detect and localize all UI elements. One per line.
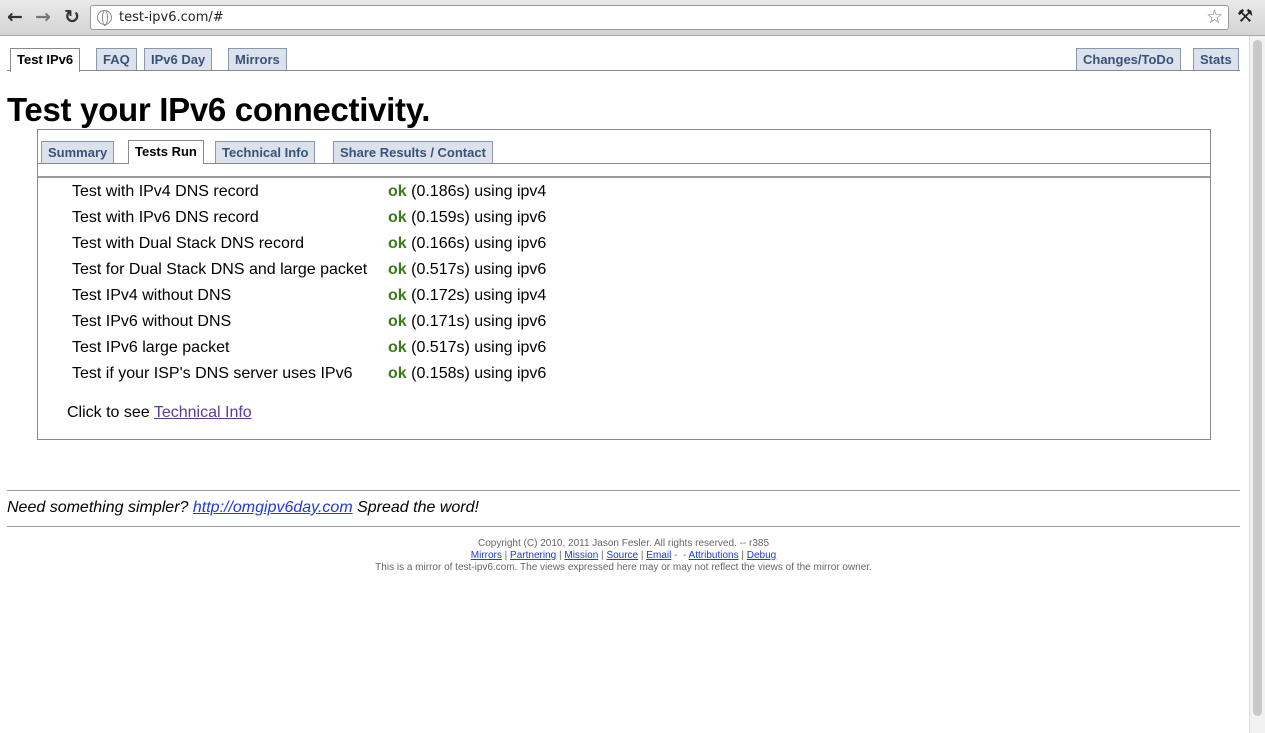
test-result: ok (0.158s) using ipv6 — [388, 364, 546, 384]
test-name: Test IPv4 without DNS — [72, 287, 232, 304]
status-ok: ok — [388, 261, 407, 278]
status-ok: ok — [388, 183, 407, 200]
tab-ipv6-day[interactable]: IPv6 Day — [144, 48, 213, 70]
simpler-promo: Need something simpler? http://omgipv6da… — [7, 499, 479, 517]
footer: Copyright (C) 2010, 2011 Jason Fesler. A… — [7, 538, 1240, 574]
footer-link-partnering[interactable]: Partnering — [510, 550, 556, 561]
test-result: ok (0.166s) using ipv6 — [388, 234, 546, 254]
test-name: Test IPv6 large packet — [72, 339, 230, 356]
footer-link-debug[interactable]: Debug — [747, 550, 776, 561]
simpler-suffix: Spread the word! — [357, 499, 479, 516]
footer-links: Mirrors | Partnering | Mission | Source … — [470, 550, 777, 561]
tab-faq[interactable]: FAQ — [96, 48, 137, 70]
result-tabs: Summary Tests Run Technical Info Share R… — [38, 140, 1210, 164]
forward-icon[interactable]: → — [32, 6, 54, 28]
test-detail: (0.159s) using ipv6 — [411, 209, 547, 226]
test-name: Test if your ISP's DNS server uses IPv6 — [72, 365, 353, 382]
address-bar[interactable]: test-ipv6.com/# ☆ — [90, 5, 1229, 30]
footer-link-mission[interactable]: Mission — [564, 550, 598, 561]
test-name: Test with Dual Stack DNS record — [72, 235, 305, 252]
footer-link-mirrors[interactable]: Mirrors — [471, 550, 502, 561]
reload-icon[interactable]: ↻ — [61, 6, 83, 28]
footer-link-source[interactable]: Source — [606, 550, 638, 561]
status-ok: ok — [388, 365, 407, 382]
status-ok: ok — [388, 313, 407, 330]
page-title: Test your IPv6 connectivity. — [7, 91, 431, 128]
test-name: Test with IPv6 DNS record — [72, 209, 259, 226]
status-ok: ok — [388, 287, 407, 304]
status-ok: ok — [388, 339, 407, 356]
divider — [7, 490, 1240, 491]
tab-test-ipv6[interactable]: Test IPv6 — [10, 48, 81, 72]
test-result: ok (0.159s) using ipv6 — [388, 208, 546, 228]
test-detail: (0.517s) using ipv6 — [411, 339, 547, 356]
tab-share-results[interactable]: Share Results / Contact — [333, 141, 493, 163]
technical-info-link[interactable]: Technical Info — [154, 404, 252, 421]
footer-link-email[interactable]: Email — [646, 550, 671, 561]
test-detail: (0.166s) using ipv6 — [411, 235, 547, 252]
url-text[interactable]: test-ipv6.com/# — [119, 10, 224, 25]
status-ok: ok — [388, 235, 407, 252]
status-ok: ok — [388, 209, 407, 226]
simpler-prefix: Need something simpler? — [7, 499, 189, 516]
test-name: Test IPv6 without DNS — [72, 313, 232, 330]
results-panel: Summary Tests Run Technical Info Share R… — [37, 129, 1211, 440]
scroll-thumb[interactable] — [1253, 40, 1262, 716]
test-name: Test for Dual Stack DNS and large packet — [72, 261, 368, 278]
test-detail: (0.186s) using ipv4 — [411, 183, 547, 200]
test-result: ok (0.186s) using ipv4 — [388, 182, 546, 202]
site-nav-tabs: Test IPv6 FAQ IPv6 Day Mirrors Changes/T… — [7, 47, 1240, 72]
test-detail: (0.158s) using ipv6 — [411, 365, 547, 382]
tab-mirrors[interactable]: Mirrors — [228, 48, 287, 70]
technical-info-prompt: Click to see Technical Info — [67, 404, 252, 422]
tab-changes-todo[interactable]: Changes/ToDo — [1076, 48, 1181, 70]
footer-link-attributions[interactable]: Attributions — [689, 550, 739, 561]
divider — [7, 526, 1240, 527]
tab-stats[interactable]: Stats — [1193, 48, 1239, 70]
test-result: ok (0.517s) using ipv6 — [388, 260, 546, 280]
test-result: ok (0.172s) using ipv4 — [388, 286, 546, 306]
bookmark-star-icon[interactable]: ☆ — [1206, 6, 1223, 28]
wrench-icon[interactable]: ⚒ — [1237, 6, 1253, 27]
test-name: Test with IPv4 DNS record — [72, 183, 259, 200]
test-detail: (0.172s) using ipv4 — [411, 287, 547, 304]
click-prefix: Click to see — [67, 404, 150, 421]
tab-tests-run[interactable]: Tests Run — [128, 140, 204, 164]
test-result: ok (0.171s) using ipv6 — [388, 312, 546, 332]
mirror-note: This is a mirror of test-ipv6.com. The v… — [375, 562, 872, 573]
copyright-text: Copyright (C) 2010, 2011 Jason Fesler. A… — [477, 538, 770, 549]
back-icon[interactable]: ← — [4, 6, 26, 28]
divider — [38, 176, 1210, 178]
omgipv6day-link[interactable]: http://omgipv6day.com — [193, 499, 353, 516]
test-detail: (0.517s) using ipv6 — [411, 261, 547, 278]
test-result: ok (0.517s) using ipv6 — [388, 338, 546, 358]
test-detail: (0.171s) using ipv6 — [411, 313, 547, 330]
tab-summary[interactable]: Summary — [41, 141, 115, 163]
vertical-scrollbar[interactable] — [1249, 36, 1265, 733]
globe-icon — [97, 10, 112, 26]
browser-toolbar: ← → ↻ test-ipv6.com/# ☆ ⚒ — [0, 0, 1265, 36]
tab-technical-info[interactable]: Technical Info — [215, 141, 316, 163]
